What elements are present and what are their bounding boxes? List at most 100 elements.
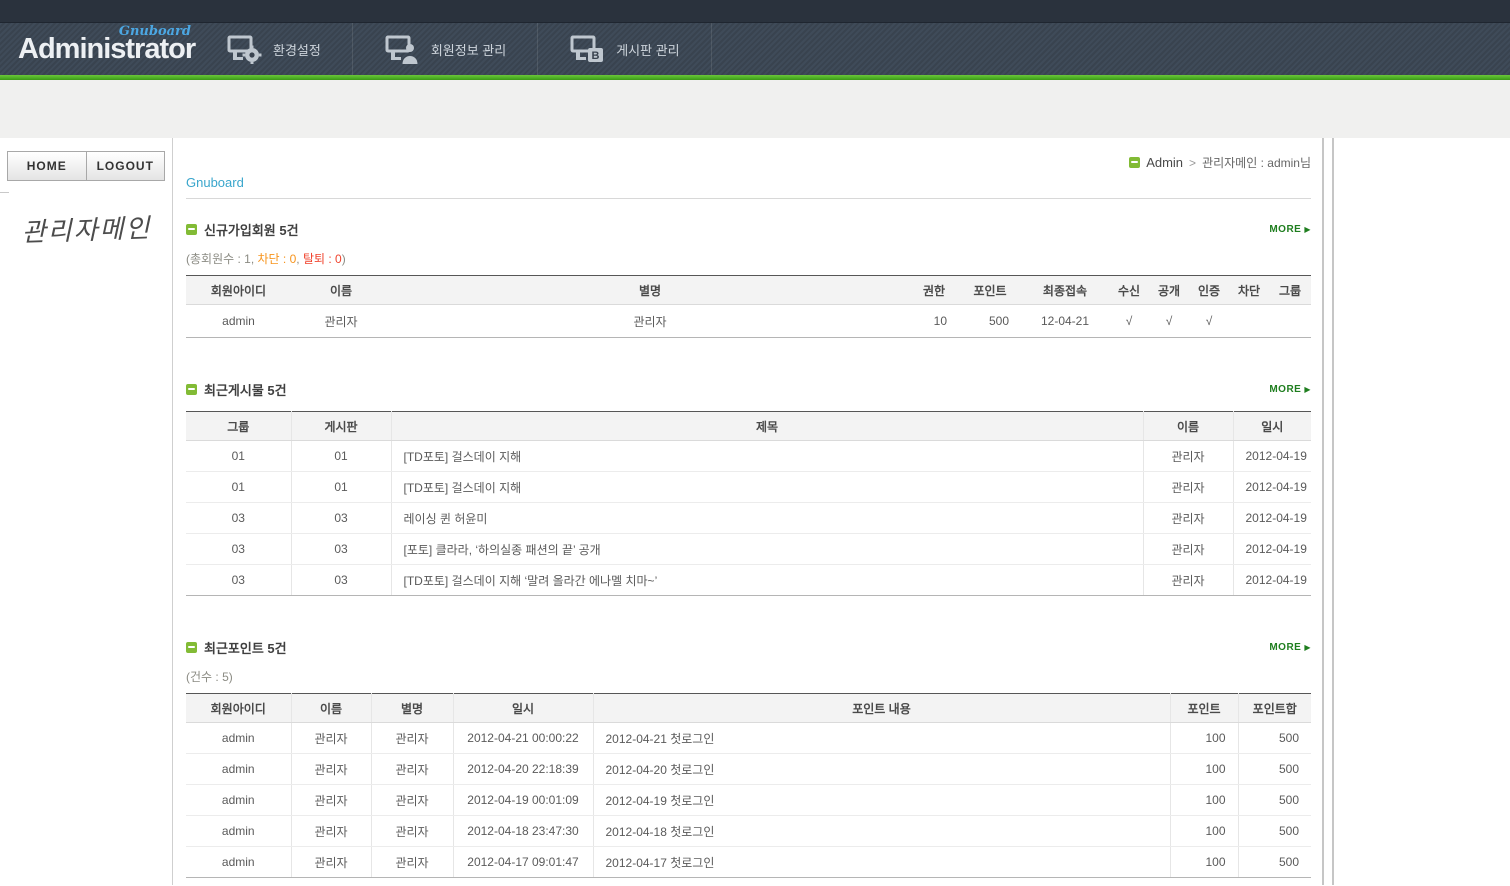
- member-column-header: 그룹: [1269, 276, 1311, 305]
- cell: 관리자: [371, 754, 453, 785]
- cell: 500: [1238, 723, 1311, 754]
- table-row: admin관리자관리자2012-04-21 00:00:222012-04-21…: [186, 723, 1311, 754]
- breadcrumb-separator: >: [1189, 156, 1196, 170]
- more-label: MORE: [1269, 384, 1301, 395]
- section-recent-posts: 최근게시물 5건 MORE ▶ 그룹게시판제목이름일시0101[TD포토] 걸스…: [186, 380, 1311, 596]
- cell: 관리자: [1143, 472, 1233, 503]
- section-title-text: 최근게시물 5건: [204, 380, 287, 399]
- board-link[interactable]: 03: [291, 565, 391, 596]
- cell: 2012-04-19: [1233, 472, 1311, 503]
- cell: 100: [1170, 723, 1238, 754]
- recent-posts-table: 그룹게시판제목이름일시0101[TD포토] 걸스데이 지해관리자2012-04-…: [186, 411, 1311, 596]
- menu-item-config[interactable]: 환경설정: [195, 23, 353, 75]
- menu-label: 환경설정: [273, 40, 321, 59]
- cell: 2012-04-19 00:01:09: [453, 785, 593, 816]
- post-title-link[interactable]: [TD포토] 걸스데이 지해: [391, 472, 1143, 503]
- point-column-header: 포인트합: [1238, 694, 1311, 723]
- more-link[interactable]: MORE ▶: [1269, 224, 1311, 235]
- section-head: 신규가입회원 5건 MORE ▶: [186, 220, 1311, 239]
- section-title-text: 신규가입회원 5건: [204, 220, 299, 239]
- menu-label: 게시판 관리: [616, 40, 679, 59]
- member-id-link[interactable]: admin: [186, 723, 291, 754]
- section-new-members: 신규가입회원 5건 MORE ▶ (총회원수 : 1, 차단 : 0, 탈퇴 :…: [186, 220, 1311, 338]
- admin-header: Administrator Gnuboard 환경설정: [0, 23, 1510, 75]
- group-link[interactable]: 03: [186, 534, 291, 565]
- menu-item-boards[interactable]: B 게시판 관리: [538, 23, 711, 75]
- logout-button[interactable]: LOGOUT: [86, 151, 166, 181]
- sidebar: HOME LOGOUT 관리자메인: [0, 138, 173, 885]
- member-column-header: 차단: [1229, 276, 1269, 305]
- more-arrow-icon: ▶: [1304, 385, 1311, 394]
- more-link[interactable]: MORE ▶: [1269, 642, 1311, 653]
- withdrawn-count: 탈퇴 : 0: [303, 252, 342, 266]
- green-bullet-icon: [186, 384, 197, 395]
- group-link[interactable]: 03: [186, 565, 291, 596]
- board-link[interactable]: 03: [291, 503, 391, 534]
- group-link[interactable]: 03: [186, 503, 291, 534]
- cell: 2012-04-17 09:01:47: [453, 847, 593, 878]
- member-column-header: 별명: [391, 276, 909, 305]
- post-title-link[interactable]: [포토] 클라라, ‘하의실종 패션의 끝’ 공개: [391, 534, 1143, 565]
- recent-points-table: 회원아이디이름별명일시포인트 내용포인트포인트합admin관리자관리자2012-…: [186, 693, 1311, 878]
- section-head: 최근포인트 5건 MORE ▶: [186, 638, 1311, 657]
- green-bullet-icon: [186, 224, 197, 235]
- cell: 2012-04-17 첫로그인: [593, 847, 1170, 878]
- more-link[interactable]: MORE ▶: [1269, 384, 1311, 395]
- cell: 2012-04-19: [1233, 441, 1311, 472]
- post-title-link[interactable]: [TD포토] 걸스데이 지해: [391, 441, 1143, 472]
- cell: √: [1189, 305, 1229, 338]
- point-column-header: 포인트: [1170, 694, 1238, 723]
- more-label: MORE: [1269, 642, 1301, 653]
- table-row: 0303[TD포토] 걸스데이 지해 ‘말려 올라간 에나멜 치마~’관리자20…: [186, 565, 1311, 596]
- menu-item-members[interactable]: 회원정보 관리: [353, 23, 538, 75]
- content-header: Gnuboard Admin > 관리자메인 : admin님: [186, 138, 1311, 199]
- table-row: 0303레이싱 퀸 허윤미관리자2012-04-19: [186, 503, 1311, 534]
- table-header-row: 회원아이디이름별명권한포인트최종접속수신공개인증차단그룹: [186, 276, 1311, 305]
- breadcrumb-root[interactable]: Admin: [1146, 155, 1183, 170]
- cell: 관리자: [391, 305, 909, 338]
- cell: 관리자: [1143, 503, 1233, 534]
- table-row: 0101[TD포토] 걸스데이 지해관리자2012-04-19: [186, 441, 1311, 472]
- logo[interactable]: Administrator Gnuboard: [18, 33, 183, 66]
- sidebar-divider: [0, 192, 9, 193]
- table-header-row: 회원아이디이름별명일시포인트 내용포인트포인트합: [186, 694, 1311, 723]
- point-column-header: 이름: [291, 694, 371, 723]
- board-link[interactable]: 03: [291, 534, 391, 565]
- group-link[interactable]: 01: [186, 441, 291, 472]
- member-id-link[interactable]: admin: [186, 785, 291, 816]
- more-arrow-icon: ▶: [1304, 225, 1311, 234]
- green-bullet-icon: [1129, 157, 1140, 168]
- table-row: 0101[TD포토] 걸스데이 지해관리자2012-04-19: [186, 472, 1311, 503]
- group-link[interactable]: 01: [186, 472, 291, 503]
- post-title-link[interactable]: 레이싱 퀸 허윤미: [391, 503, 1143, 534]
- section-title: 최근게시물 5건: [186, 380, 287, 399]
- cell: 관리자: [371, 816, 453, 847]
- main-content: Gnuboard Admin > 관리자메인 : admin님 신규가입회원 5…: [186, 138, 1311, 878]
- svg-text:B: B: [592, 50, 600, 62]
- point-column-header: 일시: [453, 694, 593, 723]
- right-divider-inner: [1332, 138, 1334, 885]
- home-button[interactable]: HOME: [7, 151, 87, 181]
- site-link[interactable]: Gnuboard: [186, 175, 244, 190]
- page-body: HOME LOGOUT 관리자메인 Gnuboard Admin > 관리자메인…: [0, 138, 1510, 885]
- menu-label: 회원정보 관리: [431, 40, 506, 59]
- board-link[interactable]: 01: [291, 441, 391, 472]
- cell: [1229, 305, 1269, 338]
- cell: 관리자: [291, 785, 371, 816]
- cell: 2012-04-19 첫로그인: [593, 785, 1170, 816]
- member-id-link[interactable]: admin: [186, 816, 291, 847]
- cell: 관리자: [291, 754, 371, 785]
- cell: 12-04-21: [1021, 305, 1109, 338]
- cell: 2012-04-19: [1233, 534, 1311, 565]
- blocked-count: 차단 : 0: [258, 252, 297, 266]
- member-id-link[interactable]: admin: [186, 754, 291, 785]
- member-column-header: 회원아이디: [186, 276, 291, 305]
- cell: [1269, 305, 1311, 338]
- post-title-link[interactable]: [TD포토] 걸스데이 지해 ‘말려 올라간 에나멜 치마~’: [391, 565, 1143, 596]
- member-column-header: 권한: [909, 276, 959, 305]
- cell: 관리자: [371, 847, 453, 878]
- board-link[interactable]: 01: [291, 472, 391, 503]
- member-id-link[interactable]: admin: [186, 847, 291, 878]
- table-row: admin관리자관리자2012-04-19 00:01:092012-04-19…: [186, 785, 1311, 816]
- member-column-header: 인증: [1189, 276, 1229, 305]
